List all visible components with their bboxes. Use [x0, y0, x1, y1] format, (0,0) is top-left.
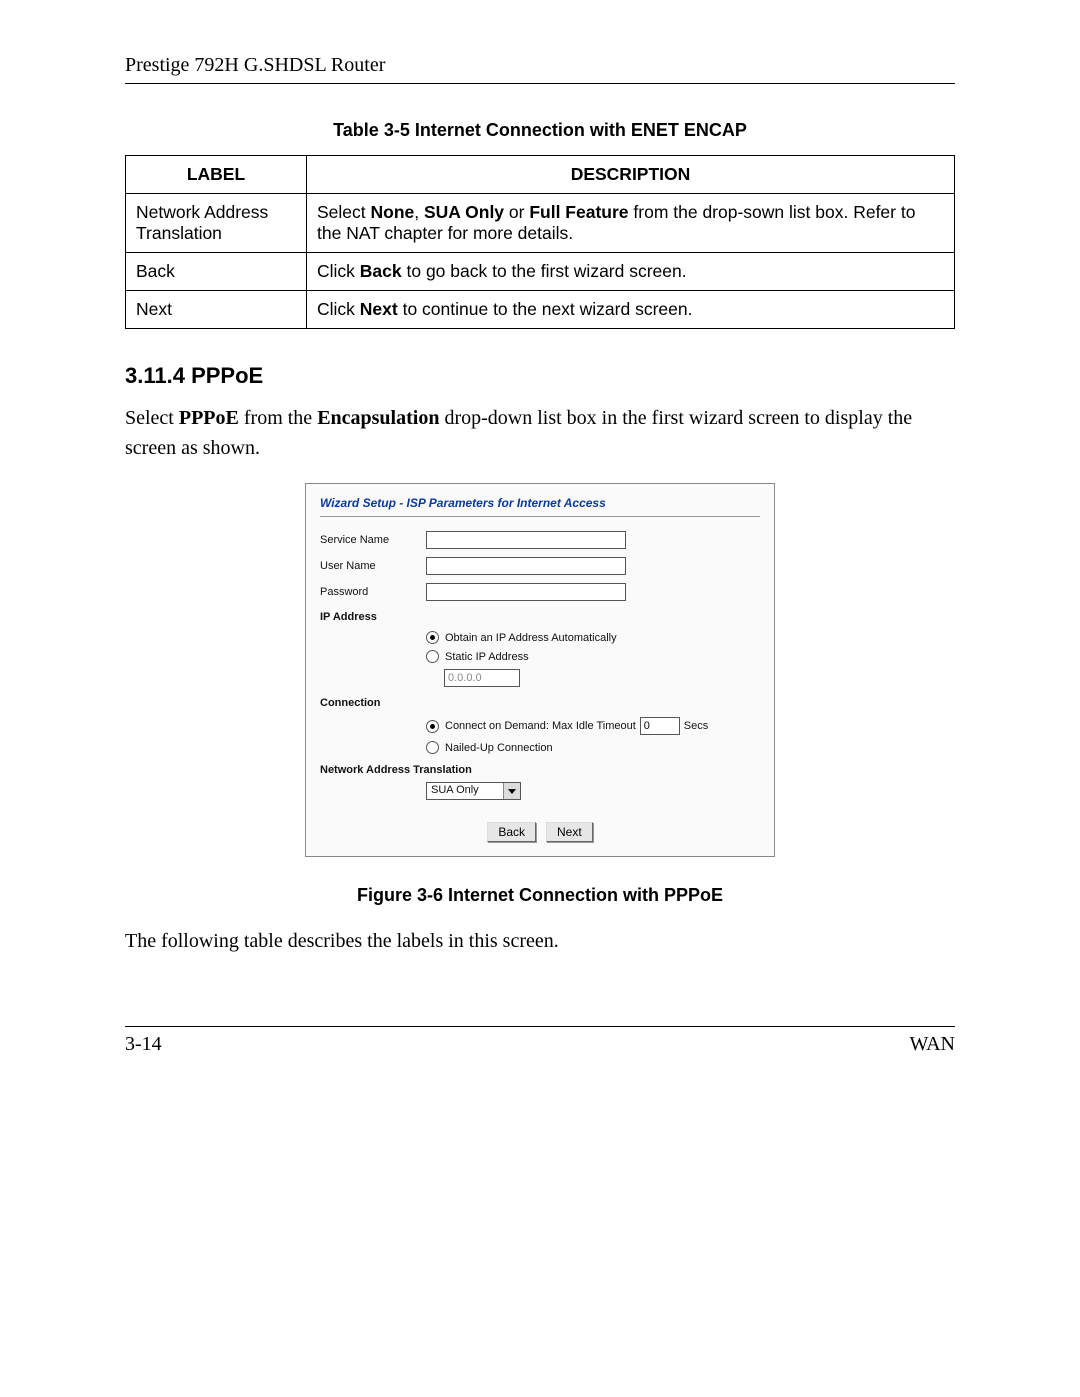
label-password: Password	[320, 586, 426, 598]
table-caption: Table 3-5 Internet Connection with ENET …	[125, 120, 955, 141]
cell-label: Next	[126, 291, 307, 329]
table-row: Back Click Back to go back to the first …	[126, 253, 955, 291]
footer-page-number: 3-14	[125, 1033, 162, 1056]
section-heading: 3.11.4 PPPoE	[125, 363, 955, 389]
footer-section: WAN	[909, 1033, 955, 1056]
cell-label: Network Address Translation	[126, 194, 307, 253]
label-secs: Secs	[684, 720, 708, 732]
radio-connect-demand[interactable]	[426, 720, 439, 733]
ip-address-heading: IP Address	[320, 611, 760, 623]
static-ip-input[interactable]	[444, 669, 520, 687]
description-table: LABEL DESCRIPTION Network Address Transl…	[125, 155, 955, 329]
nat-heading: Network Address Translation	[320, 764, 760, 776]
th-label: LABEL	[126, 156, 307, 194]
table-row: Next Click Next to continue to the next …	[126, 291, 955, 329]
paragraph: The following table describes the labels…	[125, 926, 955, 956]
wizard-title: Wizard Setup - ISP Parameters for Intern…	[320, 496, 760, 510]
nat-select[interactable]: SUA Only	[426, 782, 521, 800]
label-static-ip: Static IP Address	[445, 651, 529, 663]
label-connect-demand: Connect on Demand: Max Idle Timeout	[445, 720, 636, 732]
radio-static-ip[interactable]	[426, 650, 439, 663]
cell-desc: Click Next to continue to the next wizar…	[307, 291, 955, 329]
password-input[interactable]	[426, 583, 626, 601]
radio-obtain-auto[interactable]	[426, 631, 439, 644]
header-title: Prestige 792H G.SHDSL Router	[125, 54, 385, 76]
service-name-input[interactable]	[426, 531, 626, 549]
next-button[interactable]: Next	[546, 822, 593, 842]
label-user-name: User Name	[320, 560, 426, 572]
label-obtain-auto: Obtain an IP Address Automatically	[445, 632, 617, 644]
chevron-down-icon	[503, 783, 520, 799]
connection-heading: Connection	[320, 697, 760, 709]
cell-desc: Click Back to go back to the first wizar…	[307, 253, 955, 291]
radio-nailed-up[interactable]	[426, 741, 439, 754]
back-button[interactable]: Back	[487, 822, 536, 842]
cell-label: Back	[126, 253, 307, 291]
figure-caption: Figure 3-6 Internet Connection with PPPo…	[125, 885, 955, 906]
nat-select-value: SUA Only	[427, 783, 503, 799]
page-footer: 3-14 WAN	[125, 1026, 955, 1056]
page-header: Prestige 792H G.SHDSL Router	[125, 54, 955, 84]
wizard-panel: Wizard Setup - ISP Parameters for Intern…	[305, 483, 775, 857]
idle-timeout-input[interactable]	[640, 717, 680, 735]
cell-desc: Select None, SUA Only or Full Feature fr…	[307, 194, 955, 253]
th-description: DESCRIPTION	[307, 156, 955, 194]
label-service-name: Service Name	[320, 534, 426, 546]
divider	[320, 516, 760, 517]
label-nailed-up: Nailed-Up Connection	[445, 742, 553, 754]
table-row: Network Address Translation Select None,…	[126, 194, 955, 253]
paragraph: Select PPPoE from the Encapsulation drop…	[125, 403, 955, 463]
user-name-input[interactable]	[426, 557, 626, 575]
